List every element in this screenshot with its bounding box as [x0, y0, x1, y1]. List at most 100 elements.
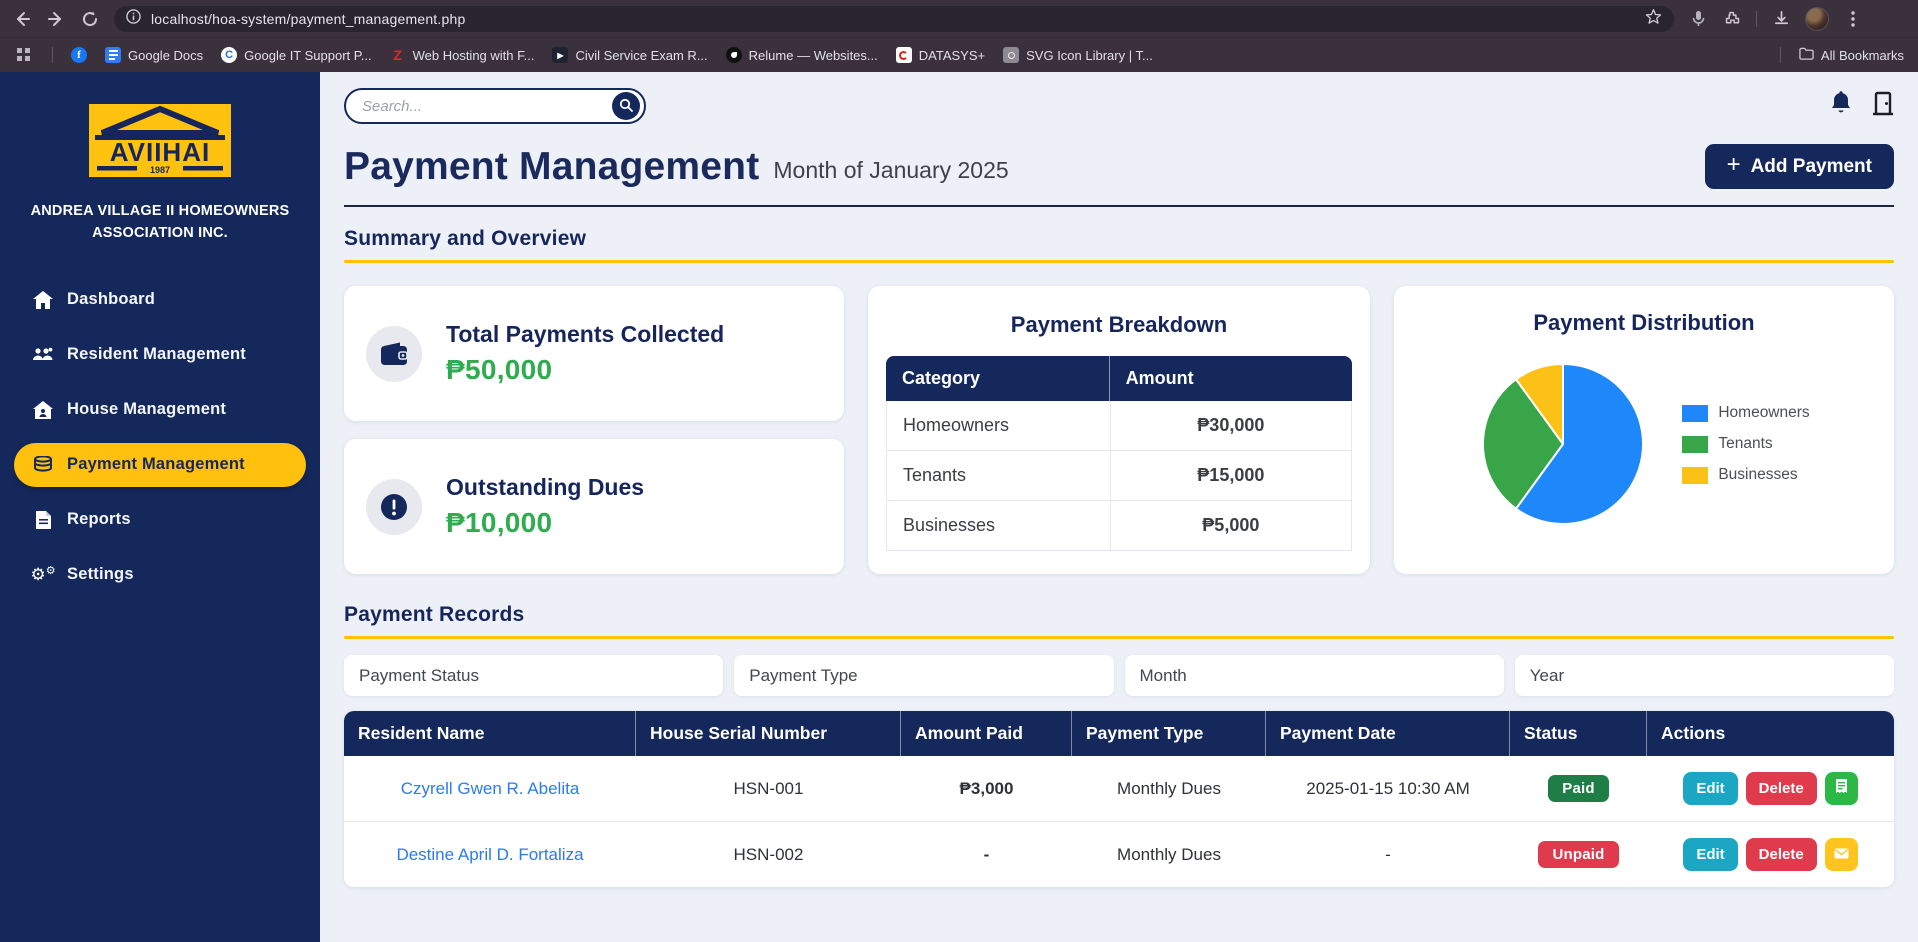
- bookmark-google-it-support[interactable]: C Google IT Support P...: [221, 47, 371, 63]
- profile-avatar[interactable]: [1805, 7, 1829, 31]
- records-table-card: Resident Name House Serial Number Amount…: [344, 711, 1894, 887]
- bookmark-svg-icon-library[interactable]: SVG Icon Library | T...: [1003, 47, 1153, 63]
- header-divider: [344, 205, 1894, 207]
- legend-label: Tenants: [1718, 435, 1772, 453]
- breakdown-row: Businesses ₱5,000: [886, 501, 1352, 551]
- distribution-title: Payment Distribution: [1412, 310, 1876, 336]
- apps-grid-icon[interactable]: [14, 45, 34, 65]
- sidebar-item-dashboard[interactable]: Dashboard: [14, 278, 306, 322]
- filter-year[interactable]: Year: [1515, 655, 1894, 696]
- breakdown-table: Category Amount Homeowners ₱30,000 Tenan…: [886, 356, 1352, 551]
- sidebar-nav: Dashboard Resident Management House Mana…: [0, 278, 320, 608]
- bookmark-label: DATASYS+: [919, 48, 985, 63]
- facebook-icon: f: [71, 47, 87, 63]
- bookmark-star-icon[interactable]: [1645, 8, 1662, 30]
- svg-text:AVIIHAI: AVIIHAI: [110, 137, 210, 167]
- payment-breakdown-card: Payment Breakdown Category Amount Homeow…: [868, 286, 1370, 574]
- relume-icon: [726, 47, 742, 63]
- bookmark-civil-service[interactable]: ▶ Civil Service Exam R...: [552, 47, 707, 63]
- downloads-icon[interactable]: [1771, 9, 1791, 29]
- sidebar-item-house-management[interactable]: House Management: [14, 388, 306, 432]
- legend-item-homeowners: Homeowners: [1682, 404, 1809, 422]
- breakdown-row: Homeowners ₱30,000: [886, 401, 1352, 451]
- send-reminder-button[interactable]: [1825, 838, 1858, 871]
- col-resident-name: Resident Name: [344, 711, 636, 756]
- forward-icon[interactable]: [46, 9, 66, 29]
- microphone-icon[interactable]: [1688, 9, 1708, 29]
- records-filters: Payment Status Payment Type Month Year: [344, 655, 1894, 696]
- receipt-button[interactable]: [1825, 772, 1858, 805]
- video-icon: ▶: [552, 47, 568, 63]
- bookmarks-divider: [52, 47, 53, 63]
- total-payments-title: Total Payments Collected: [446, 321, 724, 348]
- breakdown-row: Tenants ₱15,000: [886, 451, 1352, 501]
- topbar: [344, 88, 1894, 124]
- add-payment-button[interactable]: + Add Payment: [1705, 144, 1894, 189]
- bookmark-label: Google IT Support P...: [244, 48, 371, 63]
- back-icon[interactable]: [12, 9, 32, 29]
- resident-name-link[interactable]: Czyrell Gwen R. Abelita: [401, 779, 580, 798]
- delete-button[interactable]: Delete: [1746, 838, 1817, 871]
- home-icon: [32, 291, 54, 309]
- sidebar-item-payment-management[interactable]: Payment Management: [14, 443, 306, 487]
- coins-icon: [32, 456, 54, 473]
- aviihai-logo: AVIIHAI 1987: [89, 104, 231, 177]
- bookmark-google-docs[interactable]: Google Docs: [105, 47, 203, 63]
- search-button[interactable]: [612, 92, 640, 120]
- col-house-serial: House Serial Number: [636, 711, 901, 756]
- logout-door-icon[interactable]: [1872, 91, 1894, 122]
- filter-payment-type[interactable]: Payment Type: [734, 655, 1113, 696]
- datasys-icon: [896, 47, 912, 63]
- summary-cards: Total Payments Collected ₱50,000 Outstan…: [344, 286, 1894, 574]
- all-bookmarks-button[interactable]: All Bookmarks: [1799, 47, 1904, 63]
- search-bar: [344, 88, 646, 124]
- records-section-head: Payment Records: [344, 603, 1894, 639]
- sidebar-item-resident-management[interactable]: Resident Management: [14, 333, 306, 377]
- breakdown-amount: ₱30,000: [1110, 401, 1352, 451]
- filter-month[interactable]: Month: [1125, 655, 1504, 696]
- resident-name-link[interactable]: Destine April D. Fortaliza: [396, 845, 583, 864]
- status-badge: Paid: [1548, 775, 1608, 802]
- legend-item-tenants: Tenants: [1682, 435, 1809, 453]
- receipt-icon: [1835, 779, 1848, 799]
- edit-button[interactable]: Edit: [1683, 838, 1737, 871]
- sidebar-item-settings[interactable]: ⚙⚙ Settings: [14, 553, 306, 597]
- add-payment-label: Add Payment: [1751, 156, 1872, 178]
- bookmark-facebook[interactable]: f: [71, 47, 87, 63]
- svg-text:1987: 1987: [150, 165, 170, 175]
- col-payment-type: Payment Type: [1072, 711, 1266, 756]
- payment-distribution-pie: [1478, 359, 1648, 529]
- breakdown-title: Payment Breakdown: [886, 312, 1352, 338]
- page-subtitle: Month of January 2025: [773, 149, 1008, 184]
- page-header: Payment Management Month of January 2025…: [344, 144, 1894, 189]
- records-table: Resident Name House Serial Number Amount…: [344, 711, 1894, 887]
- records-section-title: Payment Records: [344, 603, 1894, 627]
- bookmarks-bar: f Google Docs C Google IT Support P... Z…: [0, 37, 1918, 72]
- menu-kebab-icon[interactable]: [1843, 9, 1863, 29]
- search-input[interactable]: [362, 98, 612, 115]
- address-bar[interactable]: localhost/hoa-system/payment_management.…: [114, 6, 1674, 32]
- report-icon: [32, 511, 54, 529]
- house-icon: [32, 401, 54, 419]
- notifications-bell-icon[interactable]: [1830, 91, 1852, 121]
- url-text[interactable]: localhost/hoa-system/payment_management.…: [151, 11, 1635, 27]
- amount-paid-cell: ₱3,000: [901, 756, 1072, 822]
- site-info-icon[interactable]: [126, 9, 141, 29]
- bookmark-datasys[interactable]: DATASYS+: [896, 47, 985, 63]
- extensions-icon[interactable]: [1722, 9, 1742, 29]
- summary-section-head: Summary and Overview: [344, 227, 1894, 263]
- edit-button[interactable]: Edit: [1683, 772, 1737, 805]
- outstanding-dues-title: Outstanding Dues: [446, 474, 644, 501]
- bookmark-relume[interactable]: Relume — Websites...: [726, 47, 878, 63]
- reload-icon[interactable]: [80, 9, 100, 29]
- org-name: ANDREA VILLAGE II HOMEOWNERS ASSOCIATION…: [25, 201, 295, 245]
- browser-toolbar: localhost/hoa-system/payment_management.…: [0, 0, 1918, 37]
- filter-payment-status[interactable]: Payment Status: [344, 655, 723, 696]
- bookmark-web-hosting[interactable]: Z Web Hosting with F...: [390, 47, 535, 63]
- residents-icon: [32, 347, 54, 363]
- pie-legend: Homeowners Tenants Businesses: [1682, 404, 1809, 484]
- sidebar-item-reports[interactable]: Reports: [14, 498, 306, 542]
- delete-button[interactable]: Delete: [1746, 772, 1817, 805]
- z-icon: Z: [390, 47, 406, 63]
- total-payments-value: ₱50,000: [446, 354, 724, 386]
